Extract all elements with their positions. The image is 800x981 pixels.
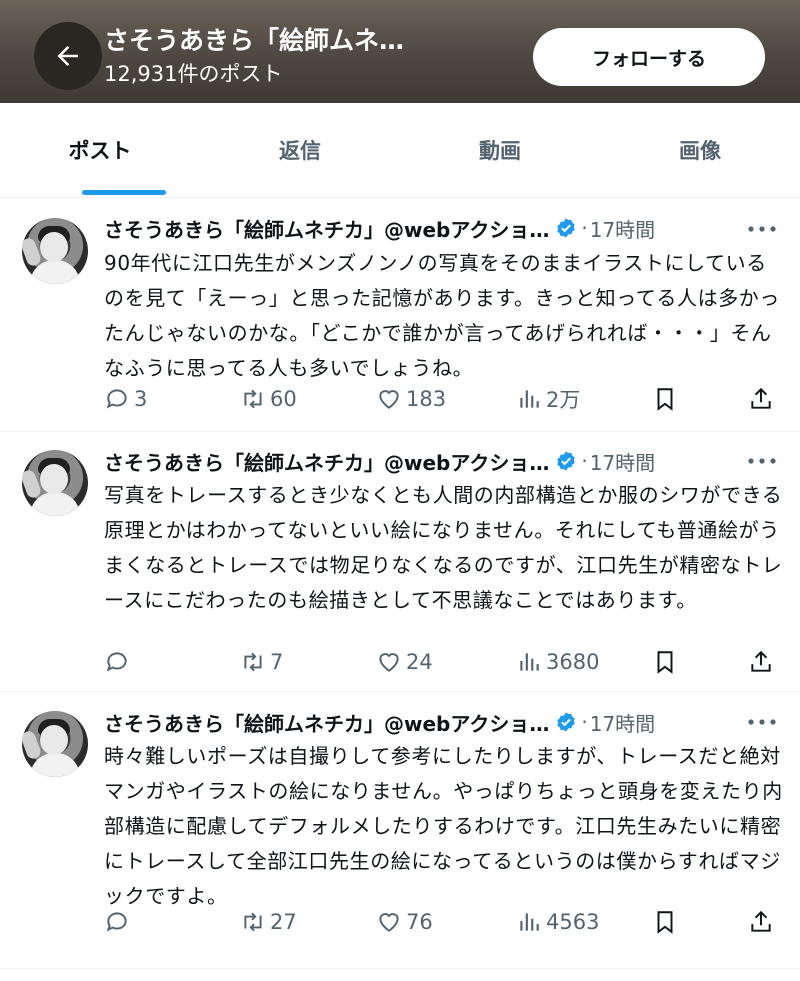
repost-count: 60 (270, 387, 297, 411)
verified-badge-icon (557, 218, 576, 238)
post-author[interactable]: さそうあきら「絵師ムネチカ」@webアクショ… (104, 214, 549, 243)
reply-button[interactable] (104, 905, 134, 939)
heart-icon (379, 390, 399, 409)
bookmark-button[interactable] (652, 645, 682, 679)
repost-button[interactable]: 7 (240, 645, 283, 679)
heart-icon (379, 653, 399, 672)
tab-posts[interactable]: ポスト (0, 103, 200, 197)
share-icon (751, 387, 771, 409)
reply-button[interactable] (104, 645, 134, 679)
like-count: 24 (406, 650, 433, 674)
like-count: 183 (406, 387, 447, 411)
views-chart-icon (520, 913, 539, 931)
like-button[interactable]: 183 (376, 382, 446, 416)
post-actions: 7 24 3680 (104, 645, 784, 679)
views-chart-icon (520, 390, 539, 408)
views-count: 2万 (546, 388, 581, 412)
bookmark-button[interactable] (652, 905, 682, 939)
profile-tabs: ポスト 返信 動画 画像 (0, 103, 800, 198)
share-button[interactable] (748, 645, 778, 679)
repost-icon (244, 912, 262, 932)
post-author[interactable]: さそうあきら「絵師ムネチカ」@webアクショ… (104, 447, 549, 476)
meta-separator: · (581, 449, 588, 473)
meta-separator: · (581, 216, 588, 240)
reply-icon (106, 389, 127, 409)
share-button[interactable] (748, 905, 778, 939)
share-icon (751, 650, 771, 672)
views-count: 4563 (546, 910, 600, 934)
share-icon (751, 910, 771, 932)
profile-header: さそうあきら「絵師ムネ… 12,931件のポスト フォローする (0, 0, 800, 103)
post-actions: 27 76 4563 (104, 905, 784, 939)
like-button[interactable]: 76 (376, 905, 433, 939)
back-button[interactable] (34, 22, 102, 90)
views-button[interactable]: 4563 (516, 905, 599, 939)
header-title-block: さそうあきら「絵師ムネ… 12,931件のポスト (104, 24, 504, 88)
repost-count: 27 (270, 910, 297, 934)
more-icon[interactable] (745, 712, 779, 732)
tab-label: 返信 (279, 139, 321, 163)
post-count: 12,931件のポスト (104, 62, 283, 86)
post-actions: 3 60 183 2万 (104, 382, 784, 416)
follow-button[interactable]: フォローする (533, 28, 765, 86)
reply-icon (106, 912, 127, 932)
post-time[interactable]: 17時間 (590, 708, 655, 737)
views-chart-icon (520, 653, 539, 671)
post-time[interactable]: 17時間 (590, 447, 655, 476)
post-text: 写真をトレースするとき少なくとも人間の内部構造とか服のシワができる原理とかはわか… (104, 483, 783, 612)
like-count: 76 (406, 910, 433, 934)
avatar[interactable] (22, 711, 88, 777)
tab-images[interactable]: 画像 (600, 103, 800, 197)
repost-button[interactable]: 60 (240, 382, 297, 416)
tab-label: 画像 (679, 139, 721, 163)
avatar[interactable] (22, 450, 88, 516)
reply-button[interactable]: 3 (104, 382, 147, 416)
post-meta: さそうあきら「絵師ムネチカ」@webアクショ… · 17時間 (104, 707, 734, 737)
tab-replies[interactable]: 返信 (200, 103, 400, 197)
repost-icon (244, 652, 262, 672)
views-count: 3680 (546, 650, 600, 674)
post-author[interactable]: さそうあきら「絵師ムネチカ」@webアクショ… (104, 708, 549, 737)
post-meta: さそうあきら「絵師ムネチカ」@webアクショ… · 17時間 (104, 213, 734, 243)
tab-videos[interactable]: 動画 (400, 103, 600, 197)
post-text: 90年代に江口先生がメンズノンノの写真をそのままイラストにしているのを見て「えー… (104, 251, 780, 380)
post-text: 時々難しいポーズは自撮りして参考にしたりしますが、トレースだと絶対マンガやイラス… (104, 744, 783, 908)
bookmark-button[interactable] (652, 382, 682, 416)
share-button[interactable] (748, 382, 778, 416)
verified-badge-icon (557, 712, 576, 732)
reply-icon (106, 652, 127, 672)
more-icon[interactable] (745, 219, 779, 239)
like-button[interactable]: 24 (376, 645, 433, 679)
post-meta: さそうあきら「絵師ムネチカ」@webアクショ… · 17時間 (104, 446, 734, 476)
arrow-left-icon (57, 46, 78, 66)
verified-badge-icon (557, 451, 576, 471)
repost-icon (244, 389, 262, 409)
post-card[interactable]: さそうあきら「絵師ムネチカ」@webアクショ… · 17時間 時々難しいポーズは… (0, 692, 800, 969)
post-card[interactable]: さそうあきら「絵師ムネチカ」@webアクショ… · 17時間 90年代に江口先生… (0, 198, 800, 432)
bookmark-icon (657, 651, 673, 674)
tab-label: 動画 (479, 139, 521, 163)
repost-count: 7 (270, 650, 284, 674)
more-icon[interactable] (745, 451, 779, 471)
bookmark-icon (657, 911, 673, 934)
reply-count: 3 (134, 387, 148, 411)
profile-name: さそうあきら「絵師ムネ… (104, 26, 405, 55)
views-button[interactable]: 2万 (516, 382, 580, 416)
repost-button[interactable]: 27 (240, 905, 297, 939)
heart-icon (379, 913, 399, 932)
views-button[interactable]: 3680 (516, 645, 599, 679)
avatar[interactable] (22, 218, 88, 284)
post-card[interactable]: さそうあきら「絵師ムネチカ」@webアクショ… · 17時間 写真をトレースする… (0, 432, 800, 692)
active-tab-indicator (82, 190, 166, 195)
bookmark-icon (657, 388, 673, 411)
meta-separator: · (581, 710, 588, 734)
post-time[interactable]: 17時間 (590, 214, 655, 243)
tab-label: ポスト (68, 139, 132, 163)
